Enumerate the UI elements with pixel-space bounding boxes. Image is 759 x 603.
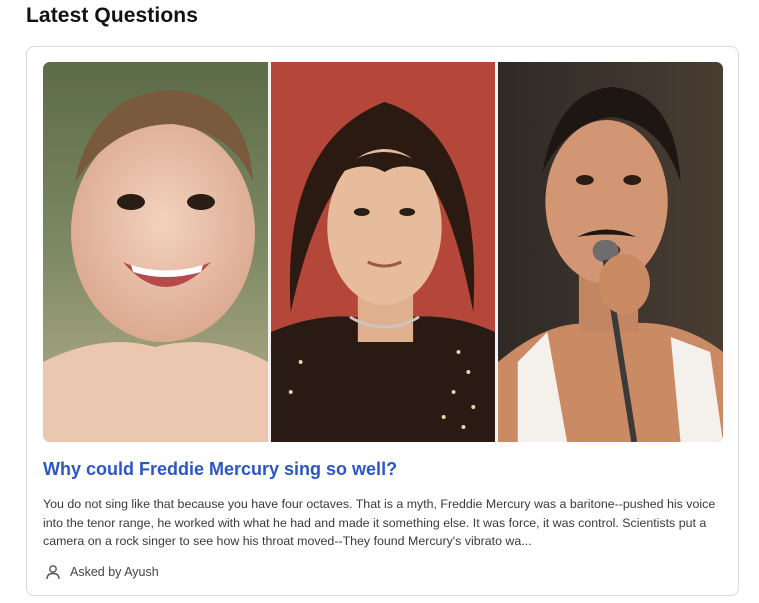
question-image-collage[interactable] (43, 62, 723, 442)
baby-photo (43, 62, 268, 442)
question-excerpt: You do not sing like that because you ha… (43, 497, 716, 548)
section-title: Latest Questions (26, 4, 198, 27)
question-author: Asked by Ayush (45, 564, 159, 580)
young-man-photo (268, 62, 495, 442)
user-icon (45, 564, 61, 580)
asked-by-label: Asked by Ayush (70, 565, 159, 579)
question-title-link[interactable]: Why could Freddie Mercury sing so well? (43, 459, 397, 480)
latest-questions-section: Latest Questions Why could Freddie Mercu… (0, 0, 759, 603)
singer-with-microphone-photo (495, 62, 723, 442)
question-card[interactable]: Why could Freddie Mercury sing so well? … (26, 46, 739, 596)
